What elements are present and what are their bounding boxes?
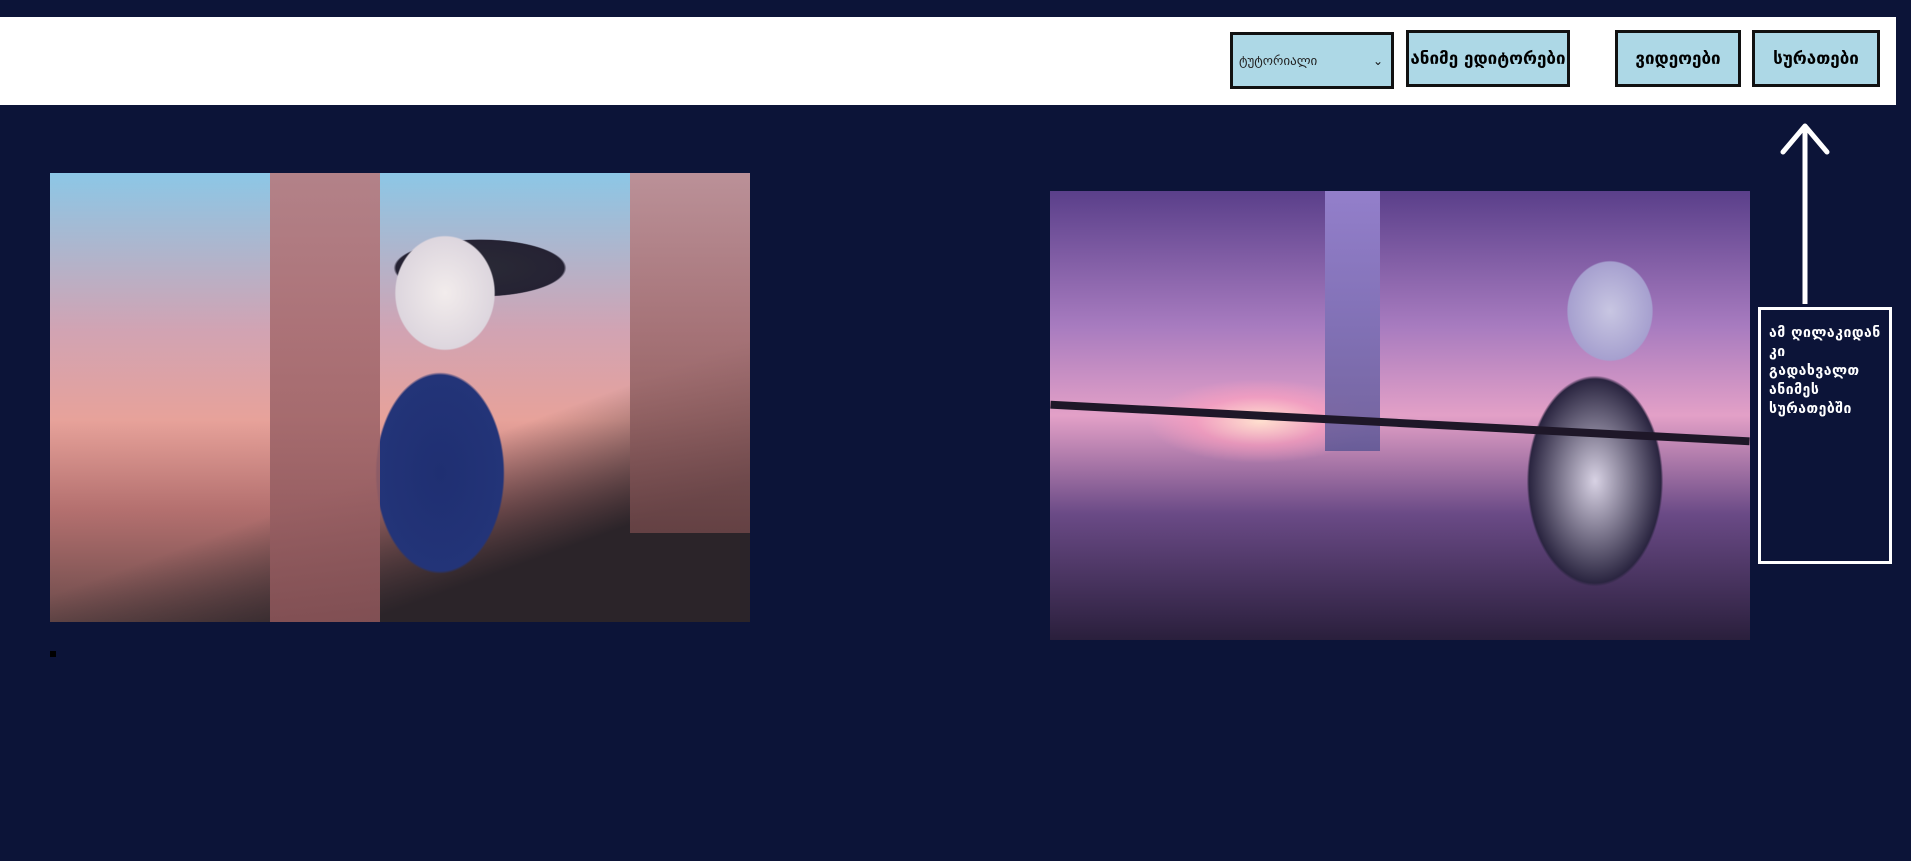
anime-editors-button[interactable]: ანიმე ედიტორები: [1406, 30, 1570, 87]
info-text: ამ ღილაკიდან კი გადახვალთ ანიმეს სურათებ…: [1769, 325, 1881, 417]
anime-image-witch: [50, 173, 750, 622]
image-detail: [1325, 191, 1380, 451]
videos-button[interactable]: ვიდეოები: [1615, 30, 1741, 87]
chevron-down-icon: ⌄: [1372, 54, 1383, 68]
image-detail: [1050, 400, 1750, 446]
arrow-up-icon: [1780, 123, 1830, 304]
images-button[interactable]: სურათები: [1752, 30, 1880, 87]
tutorial-select-value: ტუტორიალი: [1239, 54, 1318, 69]
broken-image-marker: [50, 651, 56, 657]
page: ტუტორიალი ⌄ ანიმე ედიტორები ვიდეოები სურ…: [0, 0, 1911, 861]
top-navbar: ტუტორიალი ⌄ ანიმე ედიტორები ვიდეოები სურ…: [0, 17, 1896, 105]
info-box: ამ ღილაკიდან კი გადახვალთ ანიმეს სურათებ…: [1758, 307, 1892, 564]
tutorial-select[interactable]: ტუტორიალი ⌄: [1230, 32, 1394, 89]
image-detail: [270, 173, 380, 622]
anime-image-city: [1050, 191, 1750, 640]
image-detail: [630, 173, 750, 533]
